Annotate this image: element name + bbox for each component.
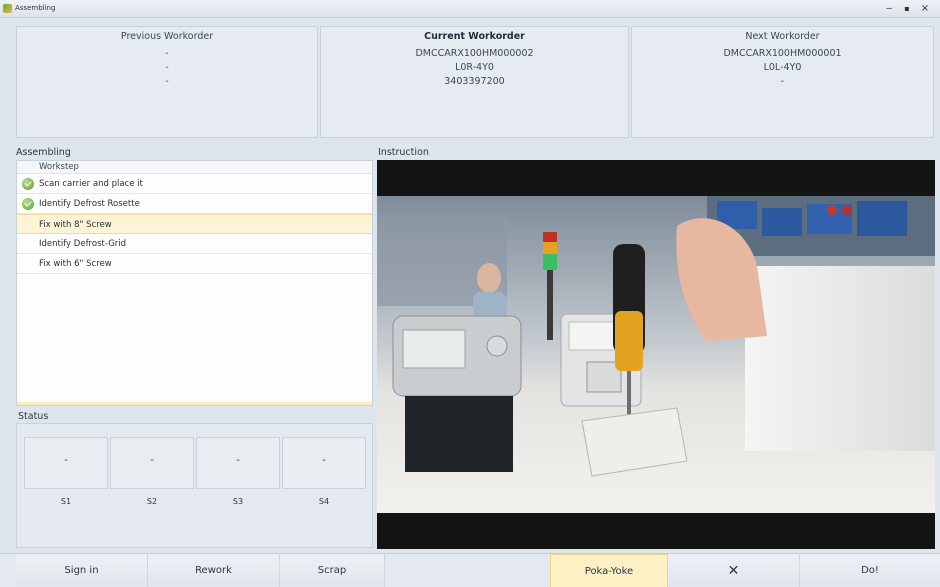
next-workorder-title: Next Workorder (745, 31, 820, 42)
previous-workorder-line: - (165, 76, 169, 87)
do-button[interactable]: Do! (800, 554, 940, 587)
rework-button[interactable]: Rework (148, 554, 280, 587)
list-item-active[interactable]: Fix with 8" Screw (17, 214, 372, 234)
next-workorder-panel: Next Workorder DMCCARX100HM000001 L0L-4Y… (631, 26, 934, 138)
tools-icon: ✕ (727, 563, 740, 579)
list-item[interactable]: Scan carrier and place it (17, 174, 372, 194)
check-icon (22, 198, 34, 210)
bottom-toolbar: Sign in Rework Scrap Poka-Yoke ✕ Do! (0, 553, 940, 587)
scrap-button[interactable]: Scrap (280, 554, 385, 587)
workstep-label: Identify Defrost-Grid (39, 239, 127, 249)
previous-workorder-panel: Previous Workorder - - - (16, 26, 318, 138)
previous-workorder-title: Previous Workorder (120, 31, 214, 42)
maximize-button[interactable]: ▪ (900, 2, 914, 15)
status-station-label: S2 (146, 497, 158, 506)
status-station-s3: - (196, 437, 280, 489)
assembling-window: Assembling ‒ ▪ × Previous Workorder - - … (0, 0, 940, 587)
workstep-list: Workstep Scan carrier and place it Ident… (16, 160, 373, 406)
workstep-column-header: Workstep (17, 161, 372, 174)
close-button[interactable]: × (918, 2, 932, 15)
minimize-button[interactable]: ‒ (882, 2, 896, 15)
workstep-label: Fix with 6" Screw (39, 259, 112, 269)
current-workorder-title: Current Workorder (424, 31, 525, 42)
list-item[interactable]: Identify Defrost Rosette (17, 194, 372, 214)
status-station-label: S3 (232, 497, 244, 506)
window-title: Assembling (15, 4, 56, 12)
previous-workorder-line: - (165, 62, 169, 73)
title-bar: Assembling ‒ ▪ × (0, 0, 940, 18)
next-workorder-number: - (780, 76, 785, 87)
next-workorder-id: DMCCARX100HM000001 (723, 48, 842, 59)
instruction-image (377, 196, 935, 513)
instruction-media (377, 160, 935, 549)
next-workorder-variant: L0L-4Y0 (763, 62, 802, 73)
list-footer-divider (17, 402, 372, 405)
app-icon (3, 4, 12, 13)
workstep-label: Scan carrier and place it (39, 179, 143, 189)
status-label: Status (18, 411, 49, 422)
status-station-label: S1 (60, 497, 72, 506)
status-panel: - S1 - S2 - S3 - S4 (16, 423, 373, 548)
instruction-label: Instruction (378, 147, 429, 158)
sign-in-button[interactable]: Sign in (16, 554, 148, 587)
tools-button[interactable]: ✕ (668, 554, 800, 587)
status-station-label: S4 (318, 497, 330, 506)
status-station-s2: - (110, 437, 194, 489)
current-workorder-panel: Current Workorder DMCCARX100HM000002 L0R… (320, 26, 629, 138)
list-item[interactable]: Identify Defrost-Grid (17, 234, 372, 254)
status-station-s4: - (282, 437, 366, 489)
workstep-label: Identify Defrost Rosette (39, 199, 140, 209)
previous-workorder-line: - (165, 48, 169, 59)
workstep-label: Fix with 8" Screw (39, 220, 112, 230)
assembling-label: Assembling (16, 147, 71, 158)
list-item[interactable]: Fix with 6" Screw (17, 254, 372, 274)
status-station-s1: - (24, 437, 108, 489)
current-workorder-variant: L0R-4Y0 (455, 62, 494, 73)
poka-yoke-button[interactable]: Poka-Yoke (550, 554, 668, 587)
current-workorder-id: DMCCARX100HM000002 (415, 48, 534, 59)
check-icon (22, 178, 34, 190)
instruction-photo (377, 196, 935, 513)
current-workorder-number: 3403397200 (444, 76, 505, 87)
